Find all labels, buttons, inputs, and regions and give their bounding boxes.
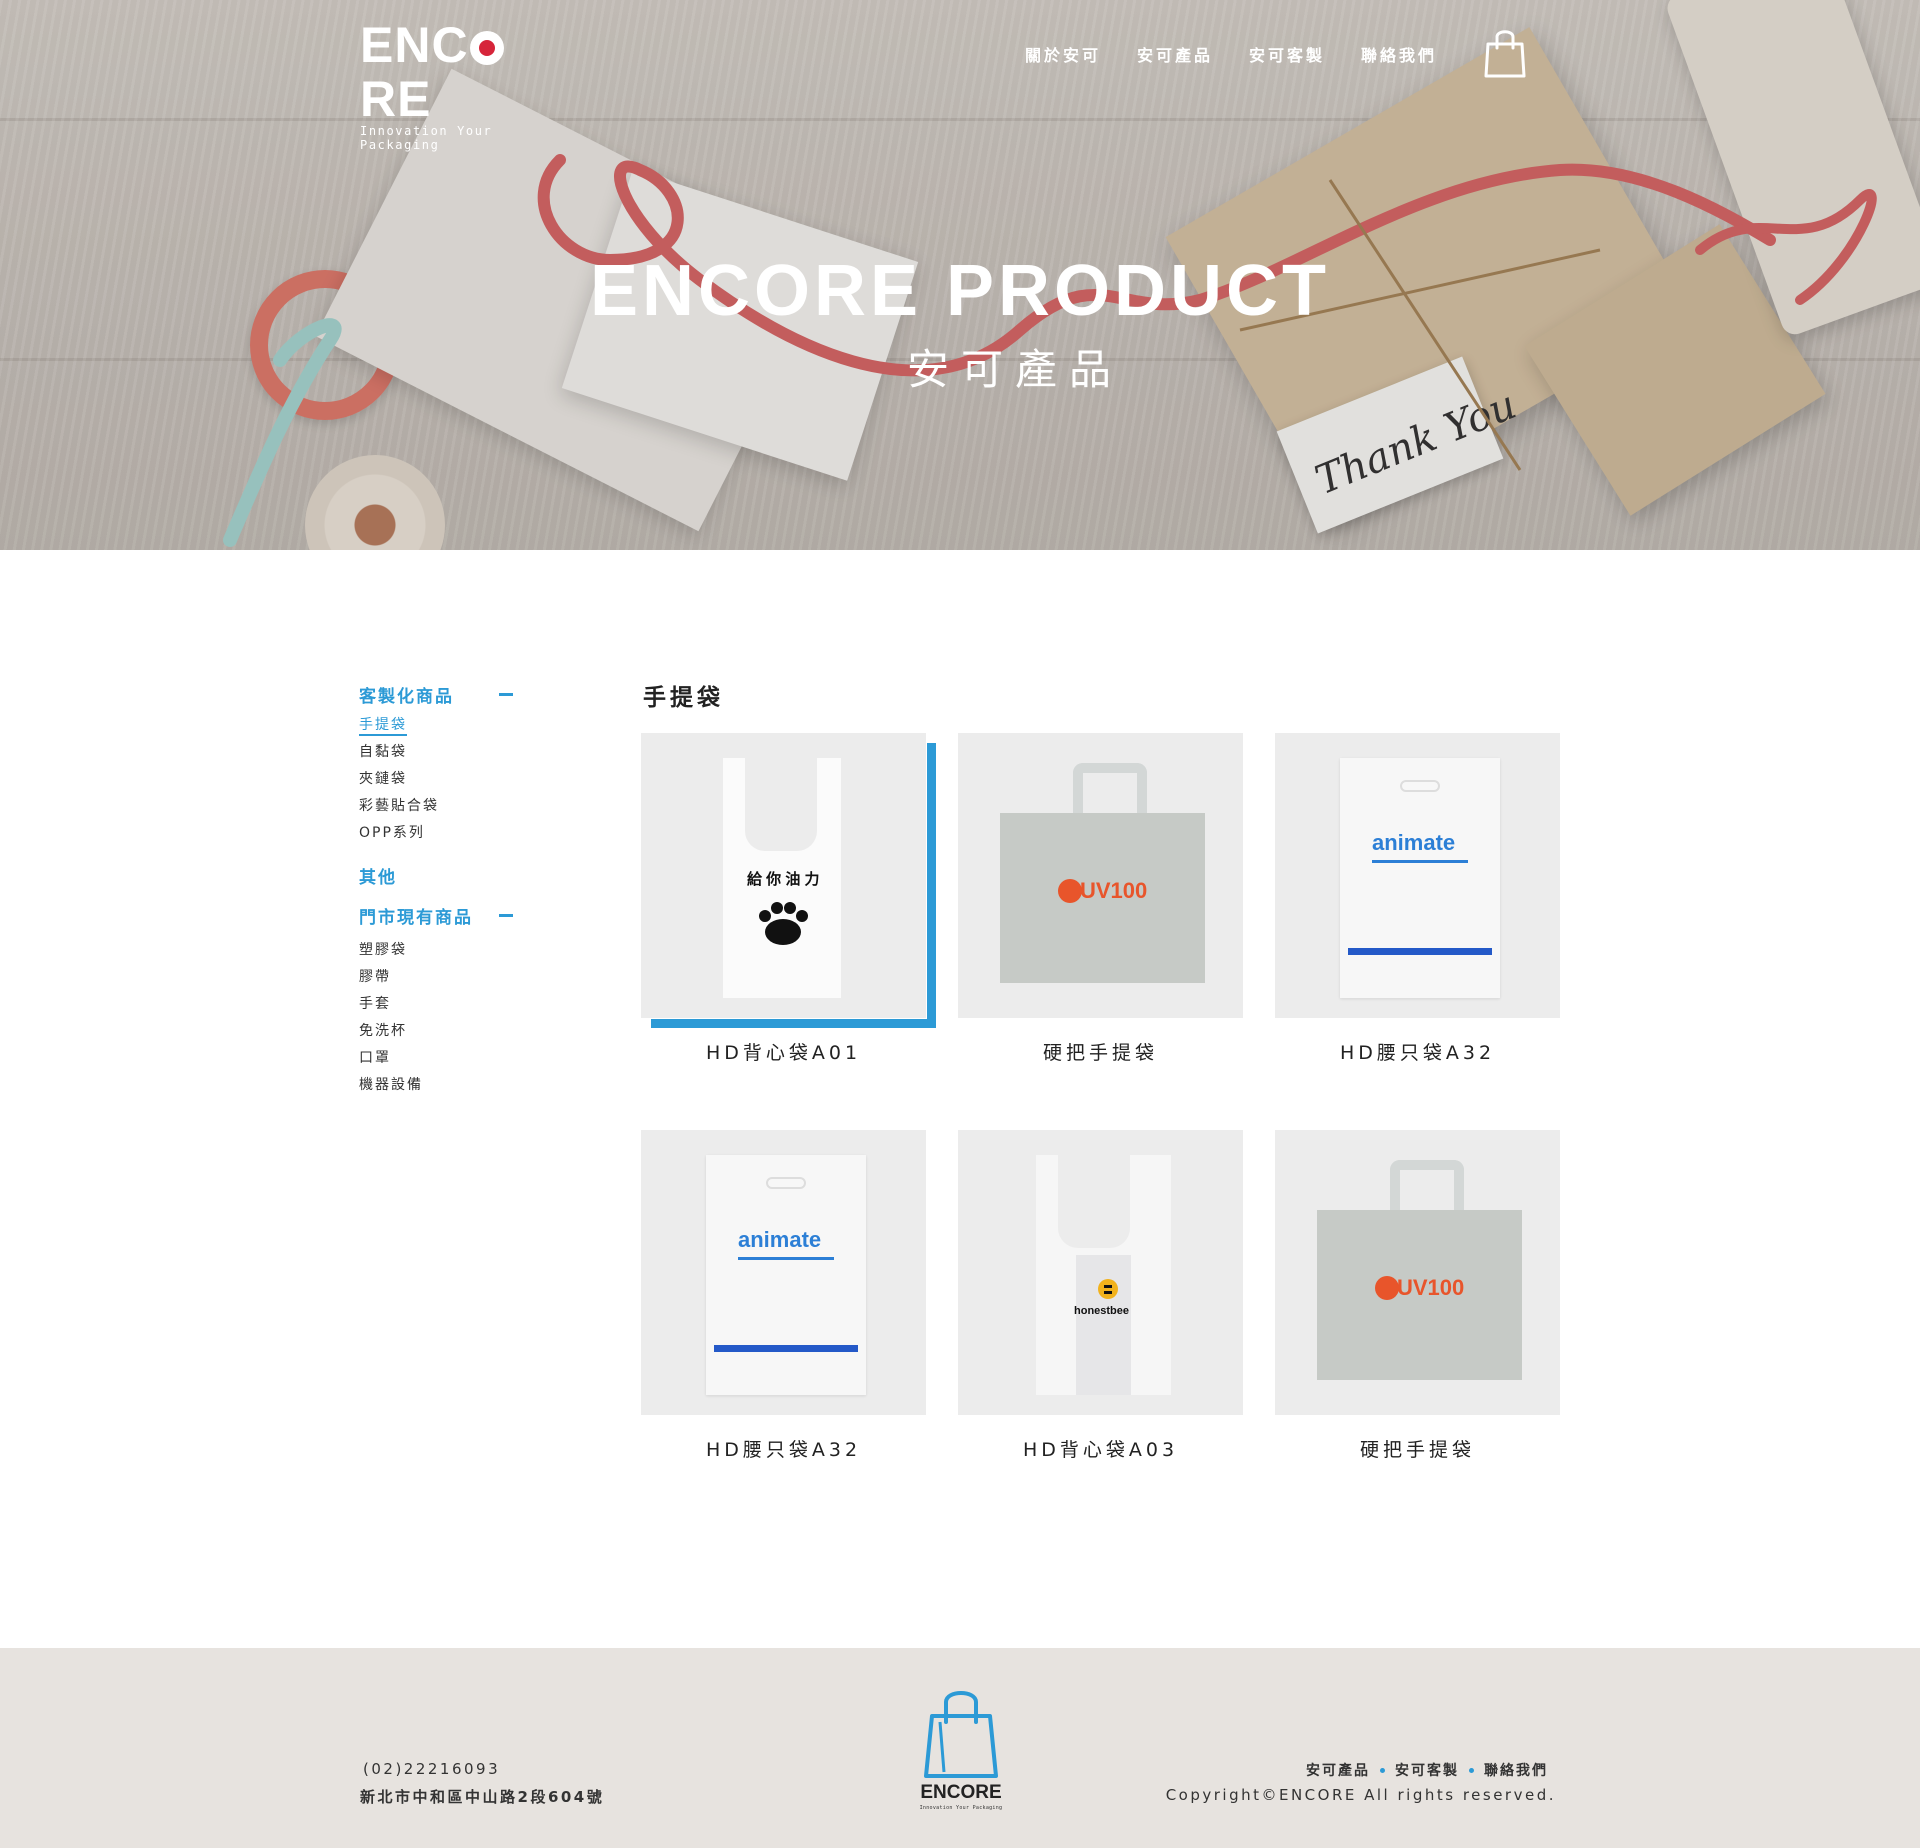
category-label: 客製化商品 bbox=[359, 686, 454, 707]
site-footer: (02)22216093 新北市中和區中山路2段604號 ENCORE Inno… bbox=[0, 1648, 1920, 1848]
paw-print-icon bbox=[759, 902, 808, 945]
collapse-minus-icon[interactable] bbox=[499, 913, 513, 917]
product-name[interactable]: HD背心袋A01 bbox=[641, 1038, 926, 1065]
die-cut-bag: animate bbox=[706, 1155, 866, 1395]
dot-separator bbox=[1469, 1767, 1474, 1773]
logo-word: ENCRE bbox=[360, 18, 575, 126]
sidebar-item-laminated-bag[interactable]: 彩藝貼合袋 bbox=[359, 796, 529, 823]
nav-custom[interactable]: 安可客製 bbox=[1249, 42, 1325, 66]
bag-stripe bbox=[1348, 948, 1492, 955]
sidebar-item-tape[interactable]: 膠帶 bbox=[359, 967, 529, 994]
product-card[interactable]: UV100 硬把手提袋 bbox=[958, 733, 1243, 1065]
sidebar-item-plastic-bag[interactable]: 塑膠袋 bbox=[359, 940, 529, 967]
footer-phone: (02)22216093 bbox=[363, 1760, 501, 1778]
bag-handle-hole bbox=[766, 1177, 806, 1189]
nav-about[interactable]: 關於安可 bbox=[1025, 42, 1101, 66]
footer-logo[interactable]: ENCORE Innovation Your Packaging bbox=[918, 1688, 1004, 1813]
bag-brand-text: UV100 bbox=[1397, 1275, 1465, 1300]
footer-link-contact[interactable]: 聯絡我們 bbox=[1484, 1760, 1548, 1780]
bag-handle-hole bbox=[1400, 780, 1440, 792]
sidebar-item-opp-series[interactable]: OPP系列 bbox=[359, 823, 529, 850]
brand-underline bbox=[1372, 860, 1468, 863]
category-label: 其他 bbox=[359, 867, 397, 888]
sidebar-item-machinery[interactable]: 機器設備 bbox=[359, 1075, 529, 1102]
logo-tagline: Innovation Your Packaging bbox=[360, 124, 493, 152]
sidebar-item-gloves[interactable]: 手套 bbox=[359, 994, 529, 1021]
sidebar-item-mask[interactable]: 口罩 bbox=[359, 1048, 529, 1075]
main-nav: 關於安可 安可產品 安可客製 聯絡我們 bbox=[1025, 42, 1437, 66]
hero-banner: Thank You ENCRE Innovation Your Packagin… bbox=[0, 0, 1920, 550]
footer-link-products[interactable]: 安可產品 bbox=[1306, 1760, 1370, 1780]
nav-products[interactable]: 安可產品 bbox=[1137, 42, 1213, 66]
bag-print-text: 給 你 油 力 bbox=[747, 871, 820, 888]
sidebar-item-self-adhesive-bag[interactable]: 自黏袋 bbox=[359, 742, 529, 769]
vest-bag: 給 你 油 力 bbox=[723, 756, 841, 998]
hero-title: ENCORE PRODUCT bbox=[589, 251, 1331, 331]
bee-logo-icon bbox=[1098, 1279, 1118, 1299]
shopping-bag-icon bbox=[924, 1691, 998, 1778]
bag-brand-text: animate bbox=[738, 1227, 822, 1252]
product-card[interactable]: animate HD腰只袋A32 bbox=[641, 1130, 926, 1462]
footer-logo-tagline: Innovation Your Packaging bbox=[919, 1805, 1003, 1811]
product-image[interactable]: animate bbox=[641, 1130, 926, 1415]
shopping-bag-icon[interactable] bbox=[1484, 28, 1526, 78]
product-name[interactable]: HD腰只袋A32 bbox=[641, 1435, 926, 1462]
dot-separator bbox=[1380, 1767, 1385, 1773]
category-label: 門市現有商品 bbox=[359, 907, 473, 928]
footer-address: 新北市中和區中山路2段604號 bbox=[360, 1788, 605, 1806]
collapse-minus-icon[interactable] bbox=[499, 692, 513, 696]
category-others[interactable]: 其他 bbox=[359, 864, 529, 888]
bag-brand-text: honestbee bbox=[1074, 1305, 1130, 1317]
product-name[interactable]: HD腰只袋A32 bbox=[1275, 1038, 1560, 1065]
category-sidebar: 客製化商品 手提袋 自黏袋 夾鏈袋 彩藝貼合袋 OPP系列 其他 門市現有商品 … bbox=[359, 683, 529, 1102]
product-image[interactable]: animate bbox=[1275, 733, 1560, 1018]
footer-links: 安可產品 安可客製 聯絡我們 bbox=[1306, 1760, 1548, 1780]
product-name[interactable]: 硬把手提袋 bbox=[1275, 1435, 1560, 1462]
sidebar-item-zipper-bag[interactable]: 夾鏈袋 bbox=[359, 769, 529, 796]
store-products-list: 塑膠袋 膠帶 手套 免洗杯 口罩 機器設備 bbox=[359, 940, 529, 1102]
product-image[interactable]: 給 你 油 力 bbox=[641, 733, 926, 1018]
hero-subtitle: 安可產品 bbox=[906, 345, 1123, 394]
sun-logo-icon bbox=[1058, 879, 1082, 903]
die-cut-bag: animate bbox=[1340, 758, 1500, 998]
product-image[interactable]: UV100 bbox=[958, 733, 1243, 1018]
section-title: 手提袋 bbox=[643, 685, 724, 711]
footer-link-custom[interactable]: 安可客製 bbox=[1395, 1760, 1459, 1780]
handle-bag: UV100 bbox=[1000, 813, 1205, 983]
product-name[interactable]: HD背心袋A03 bbox=[958, 1435, 1243, 1462]
product-card[interactable]: UV100 硬把手提袋 bbox=[1275, 1130, 1560, 1462]
bag-brand-text: UV100 bbox=[1080, 878, 1148, 903]
product-image[interactable]: honestbee bbox=[958, 1130, 1243, 1415]
vest-bag: honestbee bbox=[1036, 1153, 1171, 1395]
handle-bag: UV100 bbox=[1317, 1210, 1522, 1380]
category-custom-products[interactable]: 客製化商品 bbox=[359, 683, 529, 707]
custom-products-list: 手提袋 自黏袋 夾鏈袋 彩藝貼合袋 OPP系列 bbox=[359, 715, 529, 850]
product-card[interactable]: animate HD腰只袋A32 bbox=[1275, 733, 1560, 1065]
product-card[interactable]: 給 你 油 力 HD背心袋A01 bbox=[641, 733, 936, 1065]
footer-logo-word: ENCORE bbox=[920, 1782, 1002, 1803]
product-image[interactable]: UV100 bbox=[1275, 1130, 1560, 1415]
product-card[interactable]: honestbee HD背心袋A03 bbox=[958, 1130, 1243, 1462]
sidebar-item-disposable-cup[interactable]: 免洗杯 bbox=[359, 1021, 529, 1048]
nav-contact[interactable]: 聯絡我們 bbox=[1361, 42, 1437, 66]
footer-copyright: Copyright©ENCORE All rights reserved. bbox=[1165, 1786, 1556, 1804]
sun-logo-icon bbox=[1375, 1276, 1399, 1300]
brand-underline bbox=[738, 1257, 834, 1260]
product-name[interactable]: 硬把手提袋 bbox=[958, 1038, 1243, 1065]
sidebar-item-handbag[interactable]: 手提袋 bbox=[359, 715, 529, 742]
bag-brand-text: animate bbox=[1372, 830, 1456, 855]
logo-dot-icon bbox=[469, 31, 504, 65]
site-logo[interactable]: ENCRE Innovation Your Packaging bbox=[360, 18, 575, 152]
bag-stripe bbox=[714, 1345, 858, 1352]
category-store-products[interactable]: 門市現有商品 bbox=[359, 904, 529, 928]
